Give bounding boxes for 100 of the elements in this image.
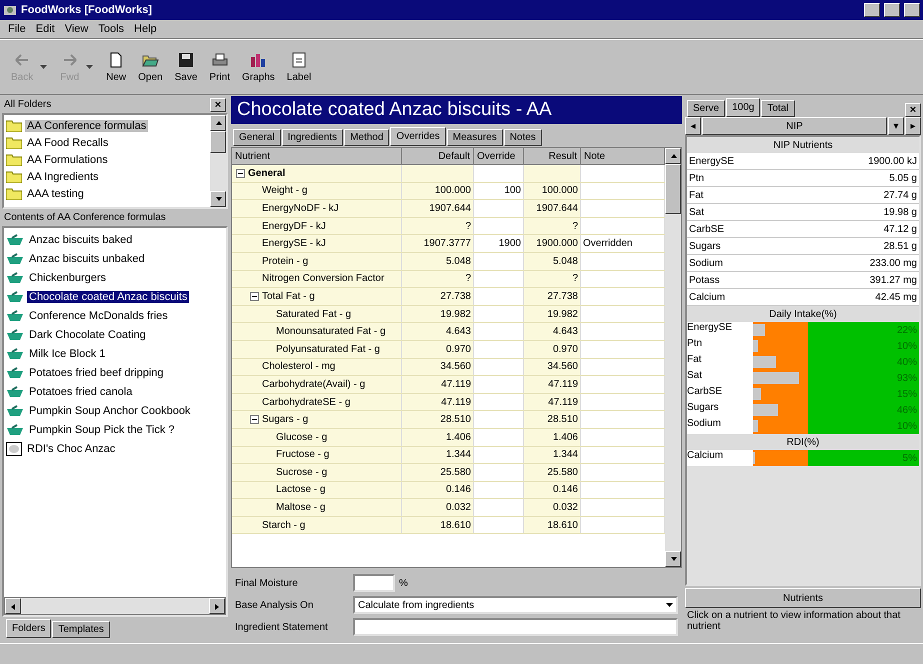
recipe-item[interactable]: Anzac biscuits unbaked — [27, 252, 147, 264]
tab[interactable]: Total — [761, 100, 794, 117]
tab[interactable]: Overrides — [390, 127, 446, 146]
nutrient-name[interactable]: CarbSE — [687, 386, 753, 402]
help-text: Click on a nutrient to view information about that nutrient — [686, 609, 902, 634]
recipe-item[interactable]: Anzac biscuits baked — [27, 234, 134, 246]
dropdown-button[interactable]: ▾ — [888, 117, 904, 135]
toolbar-button[interactable]: Print — [204, 49, 235, 85]
percent-reading: 5% — [902, 452, 918, 464]
tab[interactable]: Notes — [504, 129, 542, 146]
table-cell: 25.580 — [402, 464, 474, 481]
recipe-item[interactable]: Chocolate coated Anzac biscuits — [27, 290, 190, 302]
toolbar-button[interactable]: Save — [170, 49, 202, 85]
recipe-item[interactable]: Conference McDonalds fries — [27, 310, 170, 322]
scroll-up-button[interactable] — [665, 148, 681, 164]
nutrient-name[interactable]: Sodium — [689, 258, 723, 268]
scroll-left-button[interactable] — [5, 598, 21, 614]
table-cell: 1907.644 — [524, 200, 581, 217]
scroll-thumb[interactable] — [665, 164, 681, 214]
table-cell: Overridden — [581, 235, 665, 252]
table-cell: 1907.644 — [402, 200, 474, 217]
recipe-item[interactable]: Potatoes fried canola — [27, 386, 134, 398]
nutrient-name[interactable]: EnergySE — [689, 156, 734, 166]
toolbar-button[interactable]: Graphs — [236, 49, 280, 85]
table-cell: 47.119 — [402, 376, 474, 393]
bowl-icon — [6, 348, 24, 360]
table-cell: 47.119 — [524, 394, 581, 410]
folder-item[interactable]: AA Food Recalls — [25, 136, 110, 148]
scroll-thumb[interactable] — [210, 131, 226, 153]
nutrient-name[interactable]: Calcium — [689, 292, 726, 302]
folder-item[interactable]: AA Formulations — [25, 154, 110, 166]
nutrient-name[interactable]: Sodium — [687, 418, 753, 434]
input-field[interactable] — [353, 574, 395, 592]
scroll-right-button[interactable] — [209, 598, 225, 614]
tab[interactable]: Ingredients — [282, 129, 344, 146]
tab[interactable]: General — [233, 129, 281, 146]
nutrient-name[interactable]: Fat — [689, 190, 704, 200]
tab[interactable]: 100g — [726, 98, 760, 117]
table-cell: 5.048 — [402, 252, 474, 270]
minimize-button[interactable] — [864, 3, 880, 17]
tab[interactable]: Method — [344, 129, 390, 146]
nutrient-name[interactable]: Calcium — [687, 450, 753, 466]
toolbar-button[interactable]: New — [101, 49, 132, 85]
recipe-item[interactable]: Pumpkin Soup Anchor Cookbook — [27, 404, 192, 416]
nutrients-button[interactable]: Nutrients — [685, 588, 921, 608]
scroll-down-button[interactable] — [665, 551, 681, 567]
bowl-icon — [6, 310, 24, 322]
table-cell: 0.970 — [402, 340, 474, 358]
arrow-icon — [214, 602, 220, 610]
nutrient-name[interactable]: Sat — [687, 370, 753, 386]
recipe-item[interactable]: Pumpkin Soup Pick the Tick ? — [27, 424, 177, 436]
close-button[interactable]: × — [210, 98, 226, 112]
recipe-item[interactable]: RDI's Choc Anzac — [25, 442, 118, 454]
collapse-icon[interactable] — [236, 168, 245, 178]
nutrient-name[interactable]: Potass — [689, 274, 720, 286]
toolbar-button[interactable]: Label — [282, 49, 316, 85]
close-button[interactable]: × — [905, 103, 921, 117]
recipe-item[interactable]: Chickenburgers — [27, 272, 108, 284]
tab[interactable]: Serve — [687, 100, 726, 117]
previous-button[interactable]: ◂ — [685, 117, 701, 135]
folder-item[interactable]: AA Ingredients — [25, 170, 101, 182]
recipe-item[interactable]: Milk Ice Block 1 — [27, 348, 108, 360]
menu-item[interactable]: Edit — [36, 23, 55, 35]
folder-item[interactable]: AAA testing — [25, 188, 86, 200]
nutrient-name: Fructose - g — [276, 449, 330, 460]
bowl-icon — [6, 328, 24, 340]
dropdown-field[interactable]: Calculate from ingredients — [353, 596, 678, 614]
collapse-icon[interactable] — [250, 292, 259, 301]
menu-item[interactable]: File — [8, 23, 26, 35]
menu-item[interactable]: Tools — [98, 23, 124, 35]
scroll-up-button[interactable] — [210, 115, 226, 131]
nutrient-name: Sugars - g — [262, 414, 308, 426]
nutrient-name[interactable]: Sugars — [687, 402, 753, 418]
nutrient-name[interactable]: CarbSE — [689, 224, 724, 234]
folder-item[interactable]: AA Conference formulas — [25, 120, 148, 132]
input-field[interactable] — [353, 618, 678, 636]
scroll-down-button[interactable] — [210, 191, 226, 207]
tab[interactable]: Folders — [6, 619, 52, 638]
close-button[interactable] — [904, 3, 920, 17]
nutrient-name[interactable]: Fat — [687, 354, 753, 370]
recipe-item[interactable]: Dark Chocolate Coating — [27, 328, 148, 340]
next-button[interactable]: ▸ — [905, 117, 921, 135]
bowl-icon — [6, 366, 24, 378]
recipe-item[interactable]: Potatoes fried beef dripping — [27, 366, 166, 378]
nutrient-name[interactable]: Sat — [689, 206, 704, 218]
nutrient-name[interactable]: Ptn — [689, 172, 704, 184]
collapse-icon[interactable] — [250, 415, 259, 424]
menu-item[interactable]: Help — [134, 23, 157, 35]
nutrient-name[interactable]: Ptn — [687, 338, 753, 354]
menu-item[interactable]: View — [64, 23, 88, 35]
table-cell: 19.982 — [402, 306, 474, 322]
unit-label: % — [399, 578, 408, 588]
tab[interactable]: Measures — [446, 129, 503, 146]
table-cell: 100.000 — [524, 182, 581, 200]
nutrient-name[interactable]: Sugars — [689, 240, 721, 252]
tab[interactable]: Templates — [52, 621, 110, 638]
maximize-button[interactable] — [884, 3, 900, 17]
table-cell: 0.970 — [524, 340, 581, 358]
nutrient-name[interactable]: EnergySE — [687, 322, 753, 338]
toolbar-button[interactable]: Open — [133, 49, 168, 85]
